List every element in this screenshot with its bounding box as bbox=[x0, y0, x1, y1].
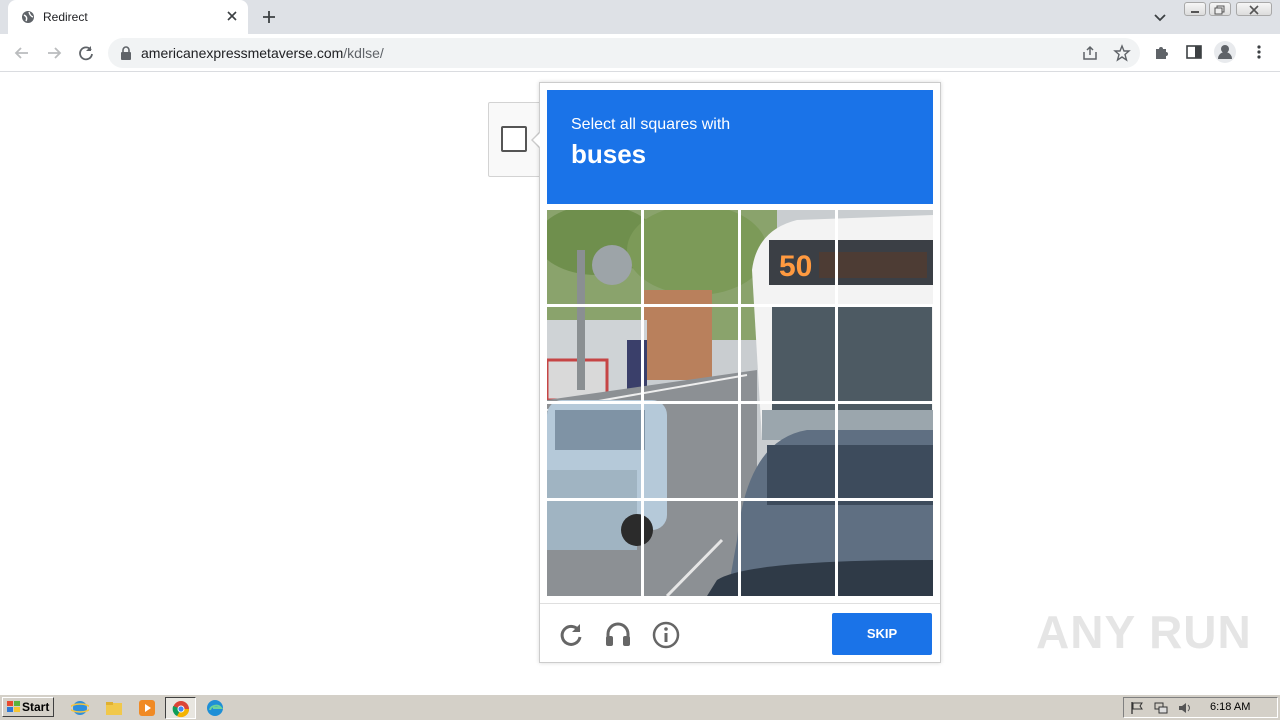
image-tile-r3-c2[interactable] bbox=[644, 404, 740, 500]
start-label: Start bbox=[22, 700, 50, 714]
image-tile-r1-c1[interactable] bbox=[547, 210, 643, 306]
taskbar: Start 6:18 AM bbox=[0, 694, 1280, 720]
media-player-icon[interactable] bbox=[138, 699, 156, 717]
image-tile-r2-c2[interactable] bbox=[644, 307, 740, 403]
forward-arrow-icon[interactable] bbox=[44, 43, 64, 63]
refresh-icon[interactable] bbox=[556, 620, 586, 650]
profile-avatar[interactable] bbox=[1214, 41, 1236, 63]
minimize-icon bbox=[1191, 11, 1199, 13]
challenge-instruction: Select all squares with bbox=[571, 116, 731, 133]
system-tray: 6:18 AM bbox=[1123, 697, 1278, 718]
minimize-button[interactable] bbox=[1184, 2, 1206, 16]
taskbar-chrome-button[interactable] bbox=[165, 697, 196, 719]
chrome-icon bbox=[172, 701, 190, 718]
globe-icon bbox=[22, 11, 34, 23]
captcha-checkbox[interactable] bbox=[501, 126, 527, 152]
browser-toolbar: americanexpressmetaverse.com/kdlse/ bbox=[0, 34, 1280, 72]
image-tile-r3-c3[interactable] bbox=[741, 404, 837, 500]
kebab-menu-icon[interactable] bbox=[1250, 43, 1268, 61]
folder-icon[interactable] bbox=[105, 699, 123, 717]
image-tile-r2-c1[interactable] bbox=[547, 307, 643, 403]
skip-button[interactable]: SKIP bbox=[832, 613, 932, 655]
speaker-icon[interactable] bbox=[1178, 701, 1192, 715]
popup-arrow-inner bbox=[533, 131, 542, 149]
restore-button[interactable] bbox=[1209, 2, 1231, 16]
challenge-target: buses bbox=[571, 139, 647, 169]
image-tile-r3-c1[interactable] bbox=[547, 404, 643, 500]
image-tile-r2-c3[interactable] bbox=[741, 307, 837, 403]
image-tile-r1-c4[interactable] bbox=[838, 210, 933, 306]
image-tile-r1-c2[interactable] bbox=[644, 210, 740, 306]
image-tile-r2-c4[interactable] bbox=[838, 307, 933, 403]
url-text[interactable]: americanexpressmetaverse.com/kdlse/ bbox=[141, 45, 384, 61]
anyrun-watermark: ANY RUN bbox=[1036, 606, 1252, 658]
window-close-button[interactable] bbox=[1236, 2, 1272, 16]
image-tile-r4-c2[interactable] bbox=[644, 501, 740, 596]
lock-icon[interactable] bbox=[120, 46, 132, 60]
network-icon[interactable] bbox=[1154, 701, 1168, 715]
info-icon[interactable] bbox=[651, 620, 681, 650]
image-tile-r3-c4[interactable] bbox=[838, 404, 933, 500]
puzzle-icon[interactable] bbox=[1153, 43, 1171, 61]
ie-icon[interactable] bbox=[71, 699, 89, 717]
clock: 6:18 AM bbox=[1210, 701, 1251, 713]
back-arrow-icon[interactable] bbox=[12, 43, 32, 63]
edge-icon[interactable] bbox=[206, 699, 224, 717]
url-path: /kdlse/ bbox=[343, 45, 384, 61]
tab-strip: Redirect bbox=[0, 0, 1280, 34]
image-grid: 50 bbox=[547, 210, 933, 596]
profile-icon bbox=[1218, 45, 1232, 59]
sidepanel-icon[interactable] bbox=[1185, 43, 1203, 61]
flag-icon[interactable] bbox=[1130, 701, 1144, 715]
share-icon[interactable] bbox=[1081, 44, 1099, 62]
reload-icon[interactable] bbox=[76, 43, 96, 63]
close-icon bbox=[1249, 5, 1259, 15]
image-tile-r1-c3[interactable] bbox=[741, 210, 837, 306]
image-tile-r4-c1[interactable] bbox=[547, 501, 643, 596]
restore-icon bbox=[1214, 5, 1225, 15]
captcha-challenge-popup: Select all squares with buses 50 SKIP bbox=[539, 82, 941, 663]
headphones-icon[interactable] bbox=[603, 620, 633, 650]
url-host: americanexpressmetaverse.com bbox=[141, 45, 344, 61]
chevron-down-icon[interactable] bbox=[1152, 9, 1168, 25]
address-bar[interactable]: americanexpressmetaverse.com/kdlse/ bbox=[108, 38, 1140, 68]
image-tile-r4-c3[interactable] bbox=[741, 501, 837, 596]
footer-divider bbox=[540, 603, 940, 604]
challenge-header: Select all squares with buses bbox=[547, 90, 933, 204]
windows-logo-icon bbox=[7, 701, 20, 712]
plus-icon[interactable] bbox=[260, 8, 278, 26]
close-icon[interactable] bbox=[224, 8, 240, 24]
tab-title: Redirect bbox=[43, 10, 88, 24]
start-button[interactable]: Start bbox=[2, 697, 54, 717]
star-icon[interactable] bbox=[1113, 44, 1131, 62]
tab-redirect[interactable]: Redirect bbox=[8, 0, 248, 34]
image-tile-r4-c4[interactable] bbox=[838, 501, 933, 596]
